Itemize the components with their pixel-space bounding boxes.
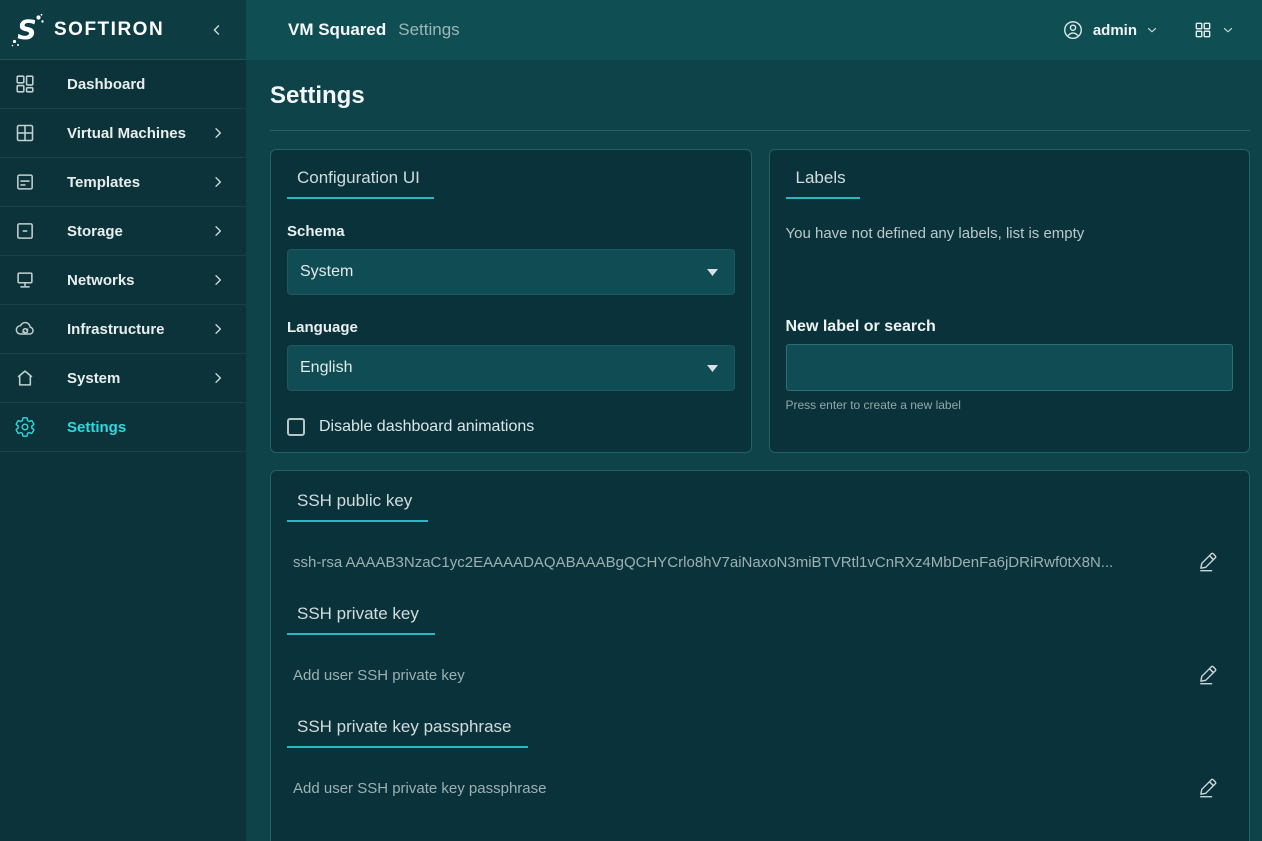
language-label: Language [287,319,735,336]
page-title: Settings [270,82,1250,110]
checkbox-unchecked-icon[interactable] [287,418,305,436]
dashboard-icon [14,73,36,95]
edit-pencil-icon[interactable] [1197,550,1219,574]
ssh-private-key-placeholder: Add user SSH private key [287,667,1179,684]
chevron-right-icon [210,370,226,386]
svg-text:S: S [17,15,36,46]
chevron-right-icon [210,125,226,141]
grid-icon [1193,20,1213,40]
sidebar-item-label: Storage [67,223,210,240]
logo-text: SOFTIRON [54,19,206,41]
sidebar-item-label: Virtual Machines [67,125,210,142]
sidebar-item-label: Templates [67,174,210,191]
page-divider [270,130,1250,131]
sidebar-item-storage[interactable]: Storage [0,207,246,256]
sidebar-item-networks[interactable]: Networks [0,256,246,305]
schema-label: Schema [287,223,735,240]
ssh-public-key-row: ssh-rsa AAAAB3NzaC1yc2EAAAADAQABAAABgQCH… [287,550,1233,574]
disable-animations-checkbox-row[interactable]: Disable dashboard animations [287,418,735,436]
chevron-left-icon [208,21,226,39]
main-area: VM Squared Settings admin [246,0,1262,841]
sidebar-item-label: System [67,370,210,387]
top-bar: VM Squared Settings admin [246,0,1262,60]
sidebar-item-label: Networks [67,272,210,289]
edit-pencil-icon[interactable] [1197,663,1219,687]
sidebar-item-infrastructure[interactable]: Infrastructure [0,305,246,354]
topbar-right: admin [1062,19,1235,41]
sidebar-item-system[interactable]: System [0,354,246,403]
chevron-right-icon [210,321,226,337]
new-label-input-label: New label or search [786,318,1234,336]
settings-icon [14,416,36,438]
card-title: Labels [786,168,860,199]
app-title: VM Squared [288,20,386,40]
configuration-ui-card: Configuration UI Schema System Language … [270,149,752,453]
templates-icon [14,171,36,193]
sidebar-item-label: Infrastructure [67,321,210,338]
chevron-right-icon [210,174,226,190]
sidebar-item-dashboard[interactable]: Dashboard [0,60,246,109]
sidebar: S SOFTIRON Dashboard [0,0,246,841]
apps-menu[interactable] [1193,20,1235,40]
ssh-public-key-title: SSH public key [287,491,428,522]
ssh-keys-card: SSH public key ssh-rsa AAAAB3NzaC1yc2EAA… [270,470,1250,841]
checkbox-label: Disable dashboard animations [319,418,534,436]
schema-select-value: System [300,263,707,281]
networks-icon [14,269,36,291]
sidebar-collapse-button[interactable] [206,19,228,41]
new-label-input[interactable] [786,344,1234,391]
ssh-passphrase-placeholder: Add user SSH private key passphrase [287,780,1179,797]
new-label-helper-text: Press enter to create a new label [786,398,1234,412]
language-select[interactable]: English [287,345,735,391]
sidebar-item-label: Settings [67,419,226,436]
ssh-private-key-title: SSH private key [287,604,435,635]
ssh-passphrase-title: SSH private key passphrase [287,717,528,748]
sidebar-item-templates[interactable]: Templates [0,158,246,207]
labels-empty-text: You have not defined any labels, list is… [786,225,1234,242]
ssh-public-key-value: ssh-rsa AAAAB3NzaC1yc2EAAAADAQABAAABgQCH… [287,554,1179,571]
sidebar-item-virtual-machines[interactable]: Virtual Machines [0,109,246,158]
caret-down-icon [707,269,718,276]
infrastructure-icon [14,318,36,340]
sidebar-header: S SOFTIRON [0,0,246,60]
language-select-value: English [300,359,707,377]
ssh-private-key-row: Add user SSH private key [287,663,1233,687]
content: Settings Configuration UI Schema System … [246,60,1262,841]
ssh-passphrase-row: Add user SSH private key passphrase [287,776,1233,800]
sidebar-nav: Dashboard Virtual Machines [0,60,246,841]
storage-icon [14,220,36,242]
app-window: S SOFTIRON Dashboard [0,0,1262,841]
user-circle-icon [1062,19,1084,41]
user-name: admin [1093,22,1137,39]
softiron-logo-icon: S [10,12,46,48]
edit-pencil-icon[interactable] [1197,776,1219,800]
card-title: Configuration UI [287,168,434,199]
virtual-machines-icon [14,122,36,144]
sidebar-item-label: Dashboard [67,76,226,93]
user-menu[interactable]: admin [1062,19,1159,41]
caret-down-icon [707,365,718,372]
chevron-down-icon [1221,23,1235,37]
chevron-right-icon [210,272,226,288]
sidebar-item-settings[interactable]: Settings [0,403,246,452]
system-icon [14,367,36,389]
chevron-right-icon [210,223,226,239]
chevron-down-icon [1145,23,1159,37]
schema-select[interactable]: System [287,249,735,295]
breadcrumb-page: Settings [398,20,459,40]
labels-card: Labels You have not defined any labels, … [769,149,1251,453]
